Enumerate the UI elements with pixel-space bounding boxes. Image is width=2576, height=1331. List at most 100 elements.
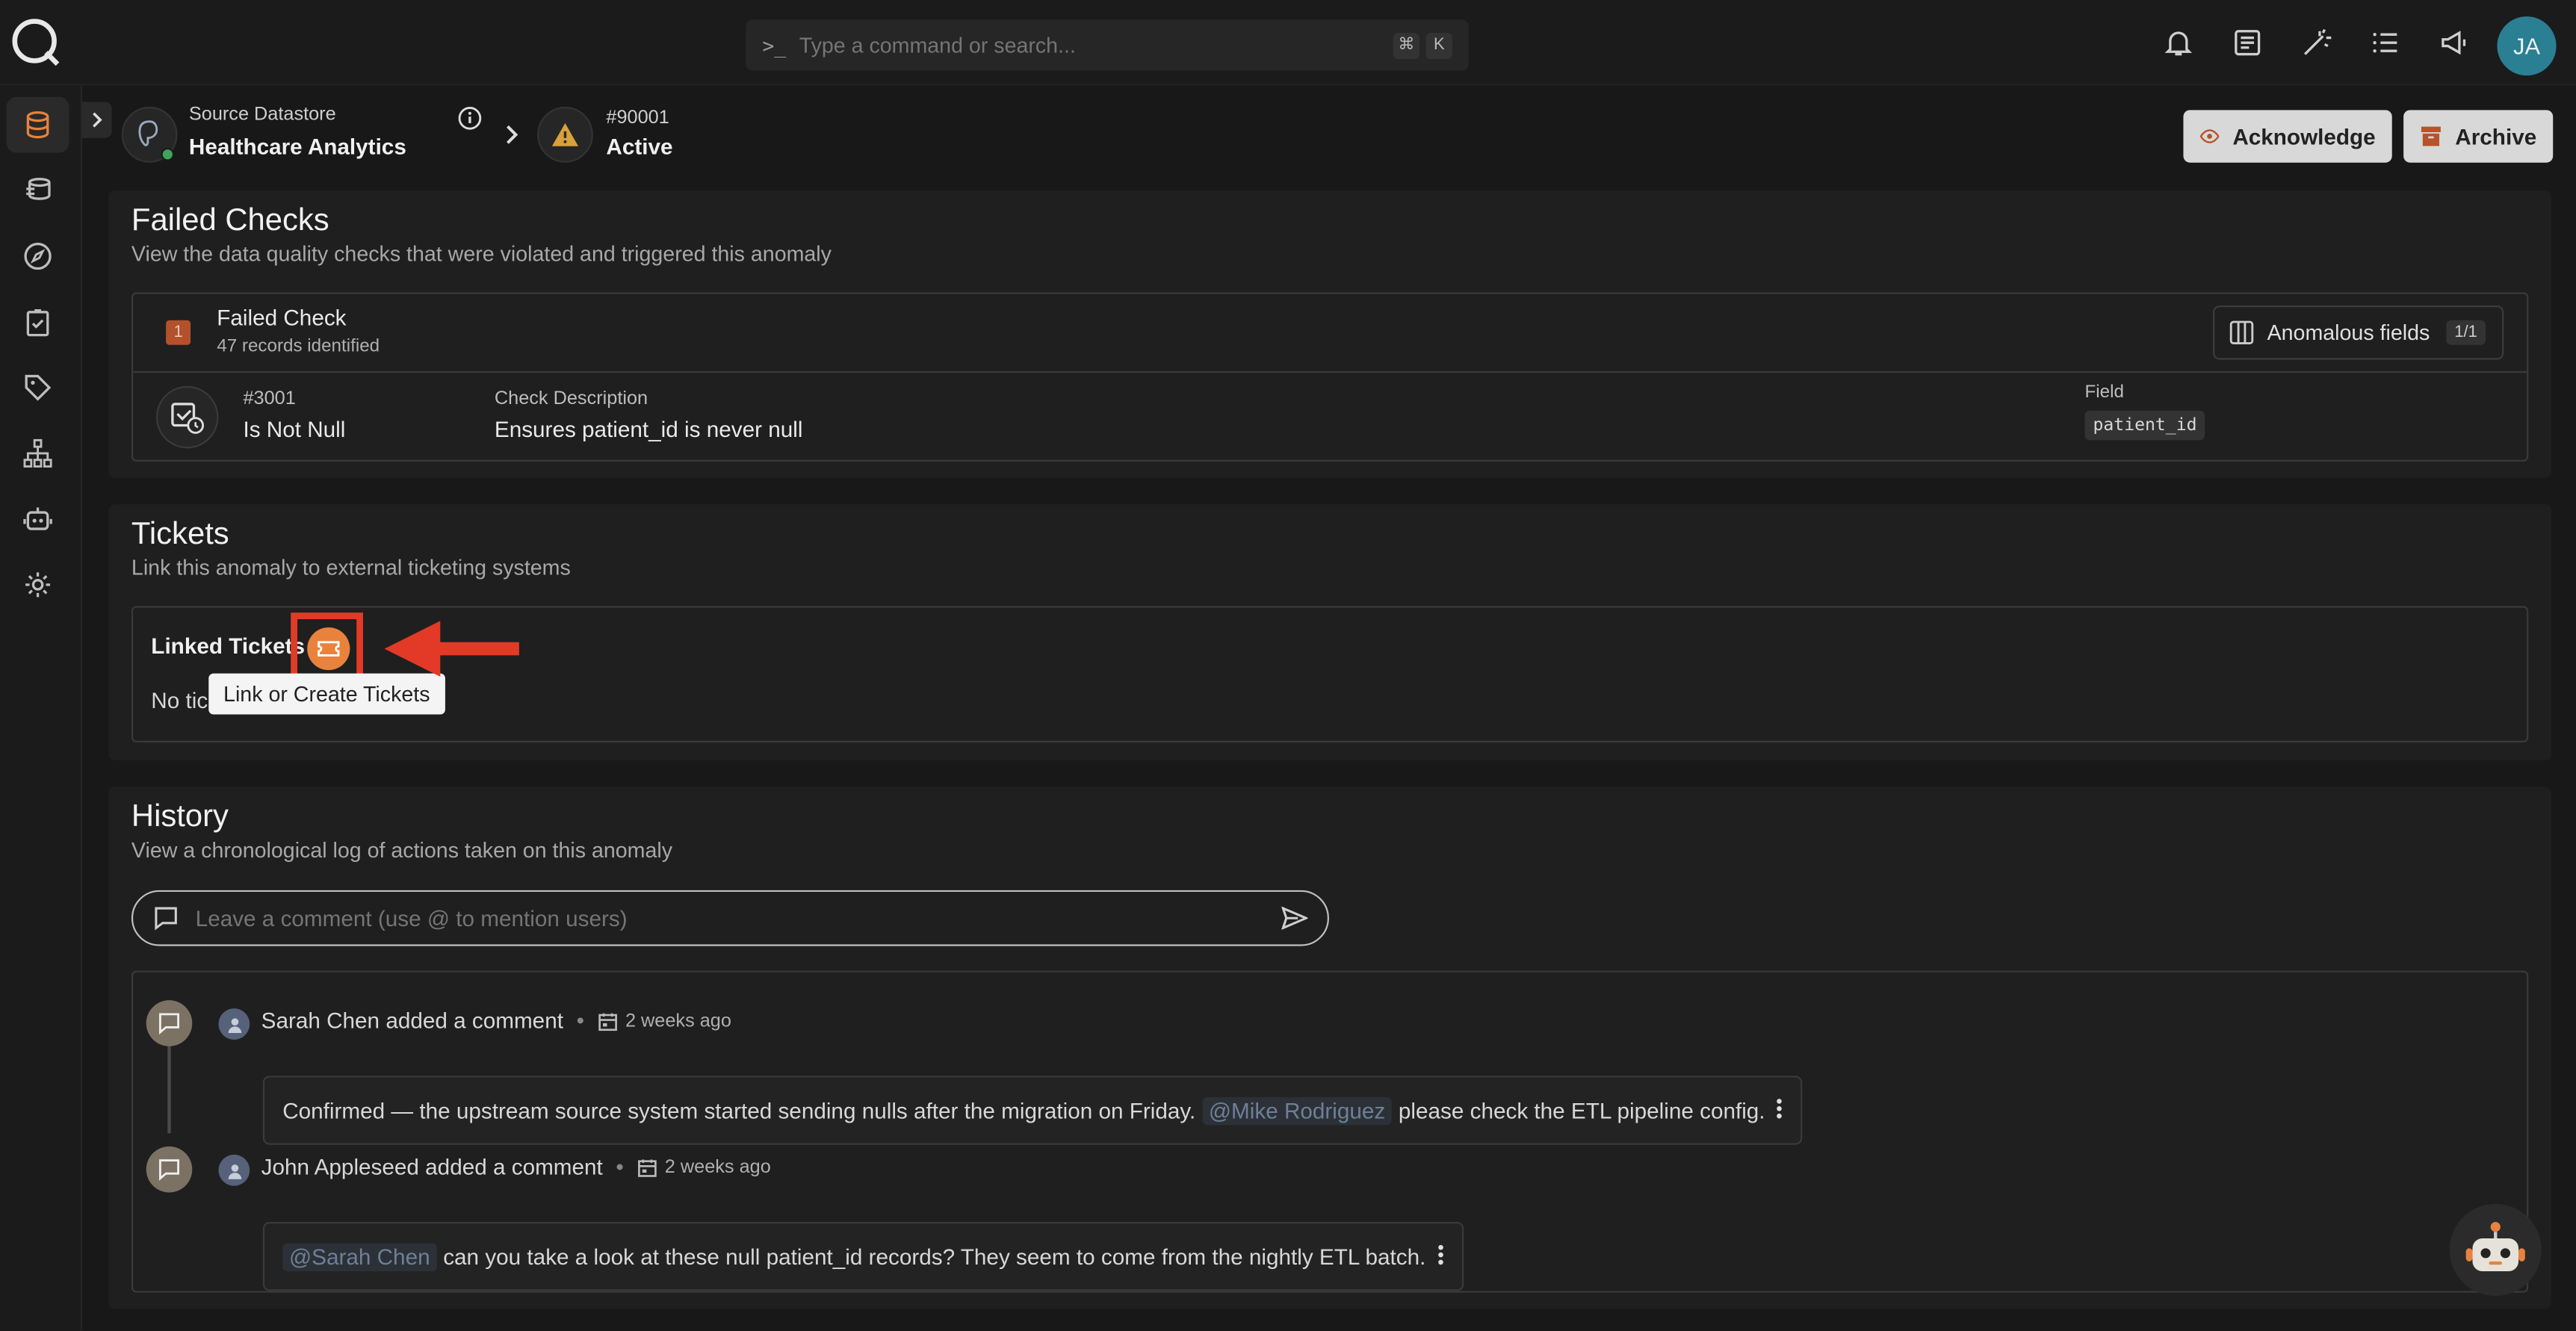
postgres-icon (138, 120, 158, 146)
comment-bubble: Confirmed — the upstream source system s… (262, 1076, 1803, 1145)
acknowledge-label: Acknowledge (2232, 124, 2376, 149)
field-chip: patient_id (2084, 410, 2205, 441)
datastore-label: Source Datastore (188, 105, 336, 125)
kebab-menu-icon[interactable] (1436, 1244, 1446, 1267)
separator-dot: • (576, 1008, 584, 1034)
anomaly-status-avatar (537, 106, 593, 163)
comment-icon (155, 907, 177, 931)
archive-label: Archive (2455, 124, 2537, 149)
section-title: Failed Checks (131, 203, 329, 238)
comment-icon (158, 1159, 180, 1181)
status-online-dot (161, 147, 175, 161)
section-title: Tickets (131, 517, 229, 552)
history-time: 2 weeks ago (598, 1011, 731, 1031)
anomaly-id: #90001 (606, 108, 669, 128)
check-name[interactable]: Is Not Null (243, 418, 345, 442)
section-title: History (131, 799, 229, 835)
nav-checks-icon[interactable] (18, 302, 58, 342)
info-icon[interactable] (456, 105, 483, 131)
anomaly-status: Active (606, 134, 673, 160)
top-bar: >_ ⌘ K JA (0, 0, 2576, 86)
check-description-label: Check Description (494, 389, 648, 409)
sidebar-expand-button[interactable] (81, 102, 112, 138)
comment-text: please check the ETL pipeline config. (1398, 1098, 1765, 1123)
failed-checks-panel: Failed Checks View the data quality chec… (108, 190, 2552, 478)
history-panel: History View a chronological log of acti… (108, 786, 2552, 1309)
user-icon (227, 1163, 241, 1179)
breadcrumb-chevron-icon (507, 125, 518, 144)
robot-icon (23, 507, 52, 530)
anomalous-fields-count: 1/1 (2446, 320, 2486, 345)
nav-datastores-icon[interactable] (6, 96, 69, 153)
history-entry-header: Sarah Chen added a comment • 2 weeks ago (261, 1008, 731, 1033)
hierarchy-icon (23, 438, 52, 468)
megaphone-icon[interactable] (2435, 23, 2474, 63)
nav-enrichment-icon[interactable] (18, 171, 58, 211)
timeline-comment-icon (146, 1000, 193, 1046)
chevron-right-icon (93, 112, 102, 128)
nav-hierarchy-icon[interactable] (18, 434, 58, 474)
history-entry-header: John Appleseed added a comment • 2 weeks… (261, 1155, 771, 1179)
calendar-icon (598, 1012, 617, 1030)
scheduled-check-icon (171, 403, 205, 434)
eye-icon (2199, 129, 2220, 143)
history-actor: John Appleseed added a comment (261, 1154, 603, 1179)
list-icon[interactable] (2366, 23, 2406, 63)
no-tickets-text: No tic (151, 688, 208, 713)
user-avatar[interactable]: JA (2497, 16, 2557, 76)
separator-dot: • (616, 1154, 624, 1179)
bell-icon[interactable] (2158, 23, 2198, 63)
user-mention[interactable]: @Mike Rodriguez (1202, 1096, 1393, 1125)
nav-explore-icon[interactable] (18, 237, 58, 276)
records-count: 47 records identified (217, 336, 380, 357)
send-icon[interactable] (1281, 906, 1308, 930)
field-label: Field (2084, 382, 2124, 403)
app-root: >_ ⌘ K JA Source Datastore He (0, 0, 2576, 1331)
tag-icon (25, 374, 52, 401)
compass-icon (24, 242, 52, 270)
history-time-text: 2 weeks ago (625, 1011, 731, 1031)
document-icon[interactable] (2228, 23, 2267, 63)
failed-check-title: Failed Check (217, 305, 347, 330)
checklist-icon (26, 308, 49, 337)
magic-wand-icon[interactable] (2297, 23, 2336, 63)
comment-bubble: @Sarah Chen can you take a look at these… (262, 1222, 1464, 1291)
left-nav (0, 85, 82, 1331)
shortcut-mod-key: ⌘ (1393, 31, 1419, 59)
kebab-menu-icon[interactable] (1774, 1097, 1784, 1120)
user-mention[interactable]: @Sarah Chen (282, 1242, 437, 1270)
user-icon (227, 1017, 241, 1033)
section-subtitle: View the data quality checks that were v… (131, 241, 832, 267)
anomalous-fields-button[interactable]: Anomalous fields 1/1 (2213, 305, 2504, 360)
history-time-text: 2 weeks ago (664, 1157, 771, 1177)
comment-text: can you take a look at these null patien… (443, 1244, 1426, 1269)
terminal-icon: >_ (762, 34, 787, 57)
check-id[interactable]: #3001 (243, 389, 295, 409)
nav-settings-icon[interactable] (18, 565, 58, 604)
timeline-connector (167, 1037, 171, 1134)
highlight-box (291, 612, 363, 683)
history-actor: Sarah Chen added a comment (261, 1008, 563, 1034)
failed-count-badge: 1 (166, 320, 191, 345)
command-search[interactable]: >_ ⌘ K (746, 19, 1469, 71)
datastores-icon (26, 178, 51, 200)
logo-icon[interactable] (10, 16, 62, 69)
search-input[interactable] (799, 32, 1387, 58)
acknowledge-button[interactable]: Acknowledge (2183, 110, 2392, 163)
comment-box[interactable] (131, 890, 1329, 946)
check-type-avatar (155, 385, 219, 449)
section-subtitle: Link this anomaly to external ticketing … (131, 555, 571, 580)
linked-tickets-label: Linked Tickets (151, 633, 306, 659)
comment-input[interactable] (195, 905, 1266, 931)
chatbot-button[interactable] (2449, 1203, 2542, 1296)
datastore-name[interactable]: Healthcare Analytics (189, 134, 406, 159)
warning-icon (551, 122, 579, 146)
user-avatar-icon (218, 1008, 250, 1040)
database-icon (26, 111, 49, 139)
nav-tags-icon[interactable] (18, 368, 58, 408)
archive-button[interactable]: Archive (2403, 110, 2554, 163)
top-icons (2158, 23, 2474, 63)
archive-icon (2421, 126, 2441, 146)
nav-agents-icon[interactable] (18, 499, 58, 539)
timeline-comment-icon (146, 1146, 193, 1193)
